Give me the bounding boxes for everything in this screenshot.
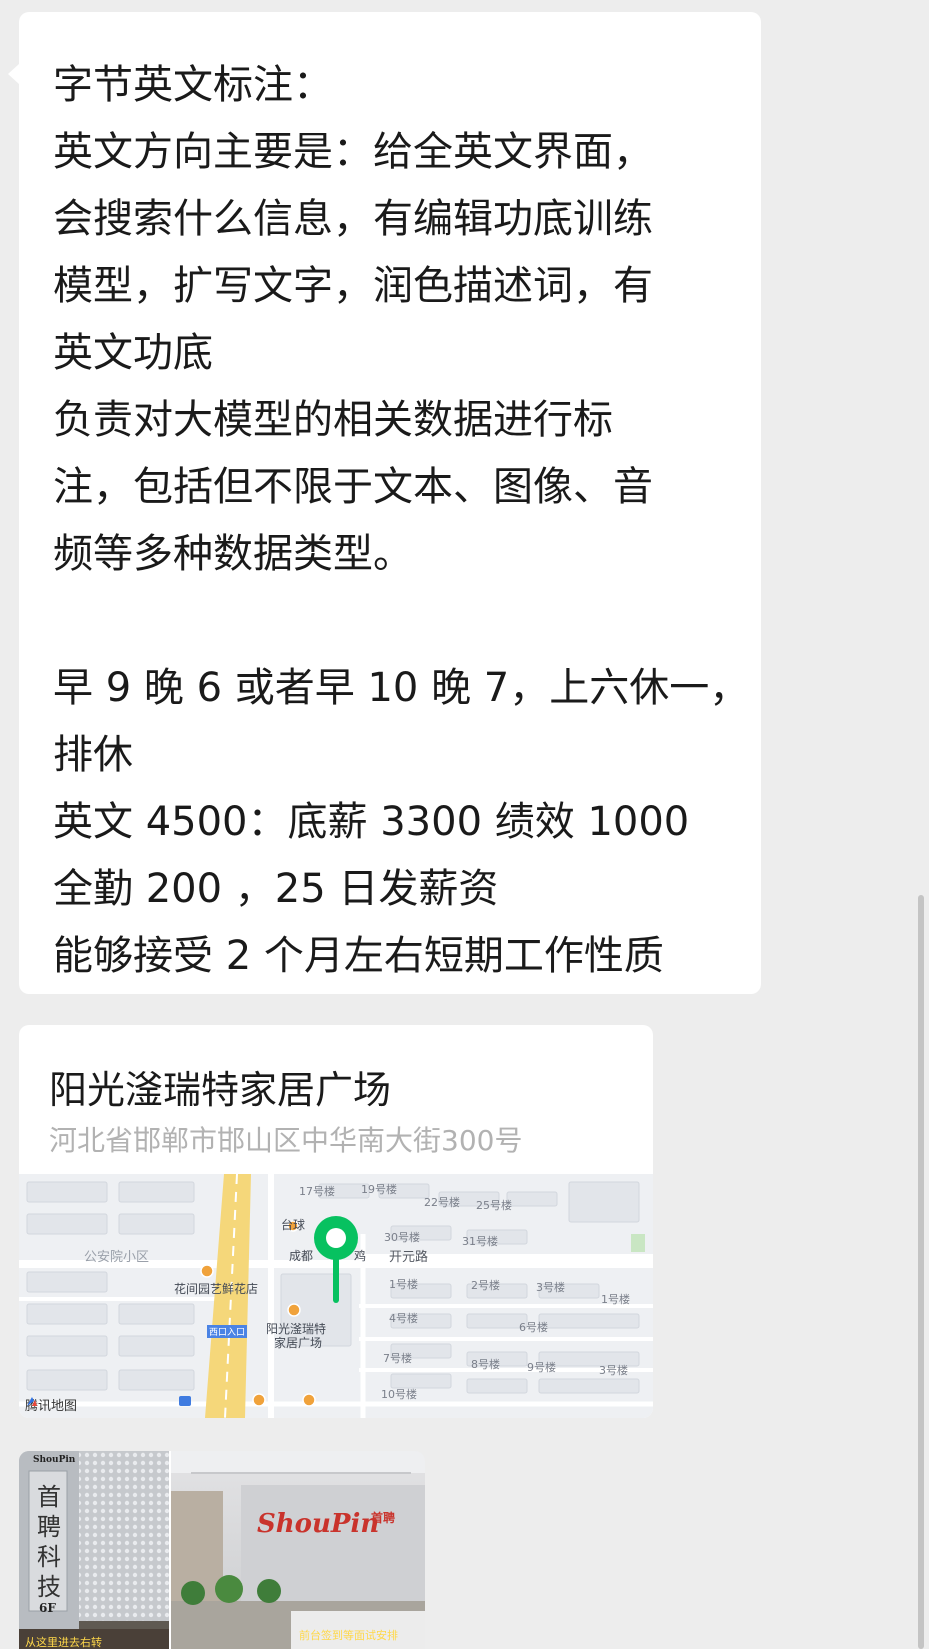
map-label: 花间园艺鲜花店 [174,1282,259,1296]
reception-logo-text: ShouPin [257,1509,380,1539]
map-entrance-label: 西口入口 [207,1325,248,1338]
map-label: 成都 [289,1249,314,1263]
photo-building-entrance[interactable]: ShouPin 首 聘 科 技 6F 从这里进去右转 [19,1451,169,1649]
map-label: 公安院小区 [84,1250,150,1265]
map-label: 7号楼 [383,1352,412,1365]
map-preview[interactable]: 17号楼 19号楼 22号楼 25号楼 台球 30号楼 31号楼 成都 鸡 开元… [19,1174,653,1418]
map-label: 17号楼 [299,1185,335,1198]
map-label: 3号楼 [536,1281,565,1294]
location-name: 阳光滏瑞特家居广场 [49,1068,392,1112]
tencent-map-logo-icon [27,1397,37,1406]
map-label: 30号楼 [384,1231,420,1244]
bubble-tail [8,64,19,84]
photo-reception[interactable]: ShouPin 首聘 前台签到等面试安排 [171,1451,425,1649]
map-brand: 腾讯地图 [25,1395,77,1414]
map-label: 4号楼 [389,1312,418,1325]
location-address: 河北省邯郸市邯山区中华南大街300号 [49,1124,523,1157]
map-label: 1号楼 [389,1278,418,1291]
map-label: 8号楼 [471,1358,500,1371]
reception-graphic [171,1451,425,1649]
photo-caption: 从这里进去右转 [25,1636,102,1649]
map-label: 10号楼 [381,1388,417,1401]
location-card[interactable]: 阳光滏瑞特家居广场 河北省邯郸市邯山区中华南大街300号 17号楼 19号楼 2… [19,1025,653,1418]
reception-logo-cn: 首聘 [371,1511,396,1525]
map-label: 22号楼 [424,1196,460,1209]
map-label: 6号楼 [519,1321,548,1334]
sign-char: 技 [37,1573,61,1601]
floor-sign-text: 6F [39,1601,56,1615]
map-label: 鸡 [354,1249,367,1263]
road-label: 开元路 [389,1250,429,1265]
map-label: 台球 [281,1218,306,1232]
map-label: 2号楼 [471,1279,500,1292]
map-label: 25号楼 [476,1199,512,1212]
scrollbar[interactable] [918,895,924,1649]
map-label: 31号楼 [462,1235,498,1248]
map-label: 19号楼 [361,1183,397,1196]
map-poi-label: 家居广场 [274,1336,323,1350]
message-text: 字节英文标注： 英文方向主要是：给全英文界面， 会搜索什么信息，有编辑功底训练 … [53,62,750,979]
sign-brand-text: ShouPin [33,1455,76,1465]
map-label: 3号楼 [599,1364,628,1377]
image-message[interactable]: ShouPin 首 聘 科 技 6F 从这里进去右转 ShouPin 首聘 前台… [19,1451,425,1649]
map-label: 9号楼 [527,1361,556,1374]
photo-caption: 前台签到等面试安排 [299,1629,398,1642]
message-bubble-text[interactable]: 字节英文标注： 英文方向主要是：给全英文界面， 会搜索什么信息，有编辑功底训练 … [8,12,761,994]
map-graphics [19,1174,653,1418]
map-label: 1号楼 [601,1293,630,1306]
